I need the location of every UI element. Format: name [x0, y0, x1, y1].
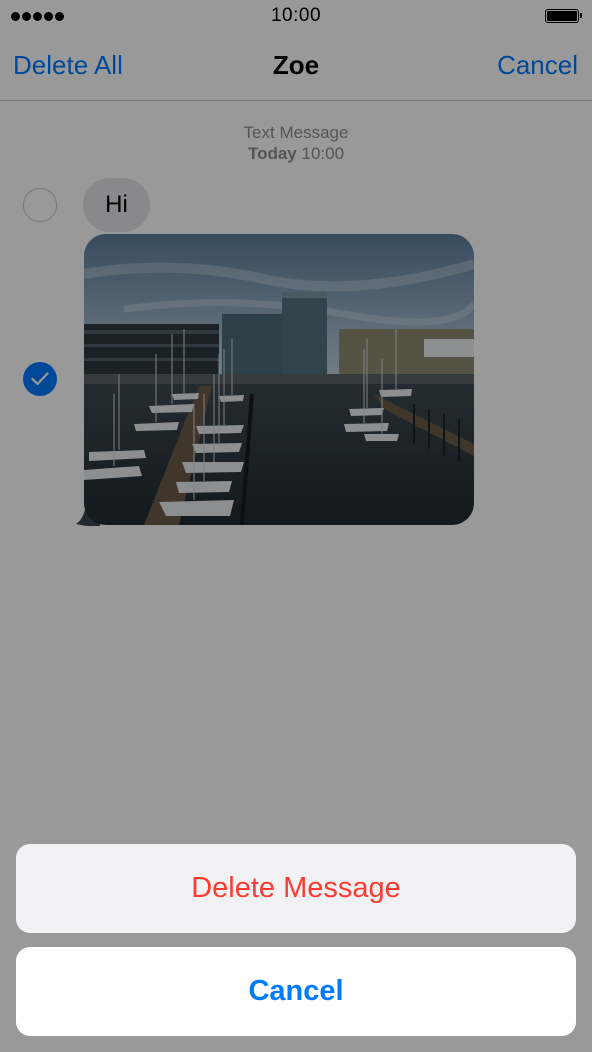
- delete-message-button[interactable]: Delete Message: [16, 844, 576, 933]
- cancel-button[interactable]: Cancel: [16, 947, 576, 1036]
